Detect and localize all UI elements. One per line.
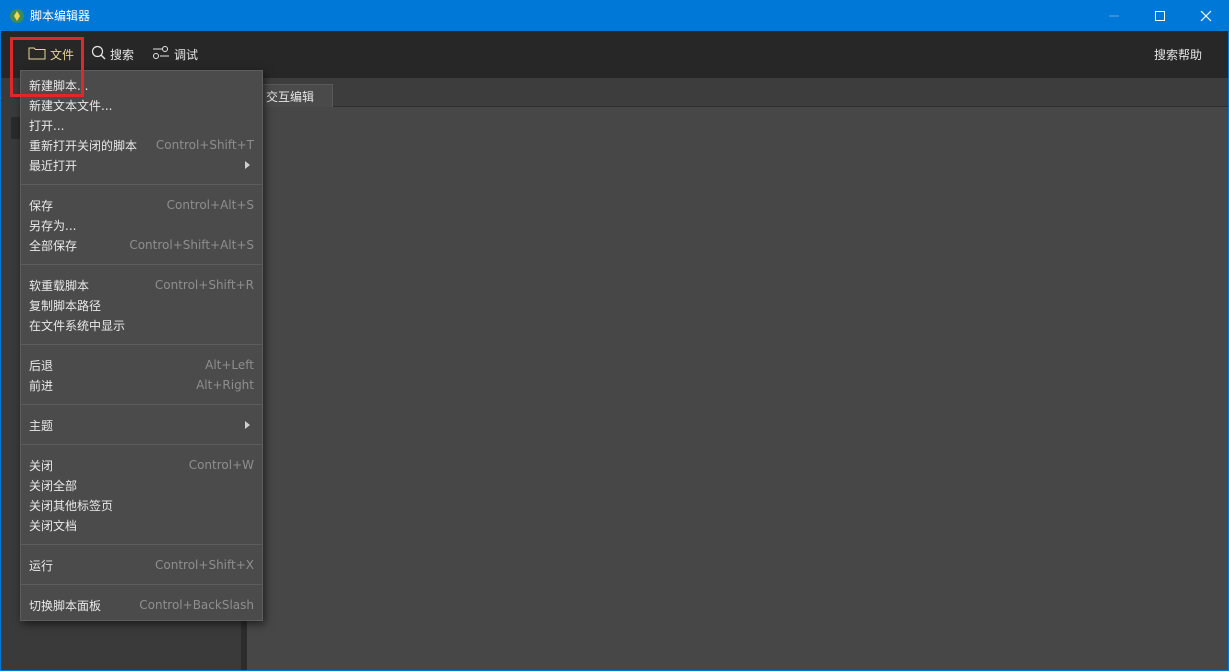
menu-item-label: 关闭全部 [29,478,78,493]
menu-separator [21,344,262,345]
app-logo-icon [9,8,25,24]
menu-separator [21,444,262,445]
maximize-icon [1155,10,1165,21]
menu-separator [21,584,262,585]
tab-interactive-edit[interactable]: 交互编辑 [258,84,334,108]
debug-menu-button[interactable]: 调试 [152,39,198,69]
menu-item-shortcut: Control+Shift+X [155,558,254,572]
menu-item-shortcut: Alt+Left [205,358,254,372]
close-icon [1200,10,1212,21]
minimize-icon [1109,15,1119,16]
menu-separator [21,264,262,265]
maximize-button[interactable] [1137,0,1183,31]
search-help-button[interactable]: 搜索帮助 [1154,39,1202,69]
menu-item-label: 在文件系统中显示 [29,318,126,333]
menu-item-close-all[interactable]: 关闭全部 [21,475,262,495]
search-menu-label: 搜索 [110,47,135,62]
menu-item-label: 打开... [29,118,65,133]
menu-item-run[interactable]: 运行 Control+Shift+X [21,555,262,575]
menu-item-label: 保存 [29,198,54,213]
menu-item-shortcut: Control+Alt+S [166,198,254,212]
menu-item-label: 新建文本文件... [29,98,113,113]
menu-separator [21,404,262,405]
menu-item-label: 运行 [29,558,54,573]
menu-item-save[interactable]: 保存 Control+Alt+S [21,195,262,215]
highlight-annotation-box [10,37,84,97]
menu-item-shortcut: Control+Shift+Alt+S [129,238,254,252]
menu-item-label: 切换脚本面板 [29,598,102,613]
close-button[interactable] [1183,0,1229,31]
submenu-arrow-icon [245,161,250,169]
menu-item-label: 另存为... [29,218,77,233]
menu-item-label: 主题 [29,418,54,433]
tab-strip [247,78,1228,107]
menu-item-label: 前进 [29,378,54,393]
menu-item-shortcut: Control+W [188,458,254,472]
menu-item-shortcut: Control+BackSlash [139,598,254,612]
menu-item-close-docs[interactable]: 关闭文档 [21,515,262,535]
window-title: 脚本编辑器 [30,9,91,23]
menu-item-shortcut: Alt+Right [196,378,254,392]
menu-item-theme[interactable]: 主题 [21,415,262,435]
menu-item-label: 关闭其他标签页 [29,498,114,513]
menu-item-shortcut: Control+Shift+R [154,278,254,292]
menu-item-copy-path[interactable]: 复制脚本路径 [21,295,262,315]
menu-item-save-all[interactable]: 全部保存 Control+Shift+Alt+S [21,235,262,255]
menu-item-label: 后退 [29,358,54,373]
menu-item-reopen-closed[interactable]: 重新打开关闭的脚本 Control+Shift+T [21,135,262,155]
menu-item-show-in-filesystem[interactable]: 在文件系统中显示 [21,315,262,335]
menu-item-back[interactable]: 后退 Alt+Left [21,355,262,375]
menu-item-label: 复制脚本路径 [29,298,102,313]
submenu-arrow-icon [245,421,250,429]
menu-item-recent[interactable]: 最近打开 [21,155,262,175]
minimize-button[interactable] [1091,0,1137,31]
menu-item-save-as[interactable]: 另存为... [21,215,262,235]
menu-item-label: 全部保存 [29,238,78,253]
search-icon [91,45,106,63]
menu-item-open[interactable]: 打开... [21,115,262,135]
menu-item-soft-reload[interactable]: 软重载脚本 Control+Shift+R [21,275,262,295]
menu-item-new-text-file[interactable]: 新建文本文件... [21,95,262,115]
menu-item-close[interactable]: 关闭 Control+W [21,455,262,475]
menu-separator [21,184,262,185]
editor-area[interactable] [247,107,1228,670]
menu-item-label: 关闭文档 [29,518,78,533]
menu-item-close-other-tabs[interactable]: 关闭其他标签页 [21,495,262,515]
menu-item-label: 最近打开 [29,158,78,173]
window-title-bar[interactable]: 脚本编辑器 [0,0,1229,31]
debug-menu-label: 调试 [174,47,199,62]
debug-sliders-icon [152,45,170,63]
menu-item-shortcut: Control+Shift+T [155,138,254,152]
menu-item-label: 关闭 [29,458,54,473]
menu-item-toggle-script-panel[interactable]: 切换脚本面板 Control+BackSlash [21,595,262,615]
file-dropdown-menu: 新建脚本... 新建文本文件... 打开... 重新打开关闭的脚本 Contro… [20,70,263,621]
menu-item-label: 软重载脚本 [29,278,90,293]
menu-separator [21,544,262,545]
menu-item-forward[interactable]: 前进 Alt+Right [21,375,262,395]
menu-item-label: 重新打开关闭的脚本 [29,138,138,153]
search-menu-button[interactable]: 搜索 [91,39,134,69]
